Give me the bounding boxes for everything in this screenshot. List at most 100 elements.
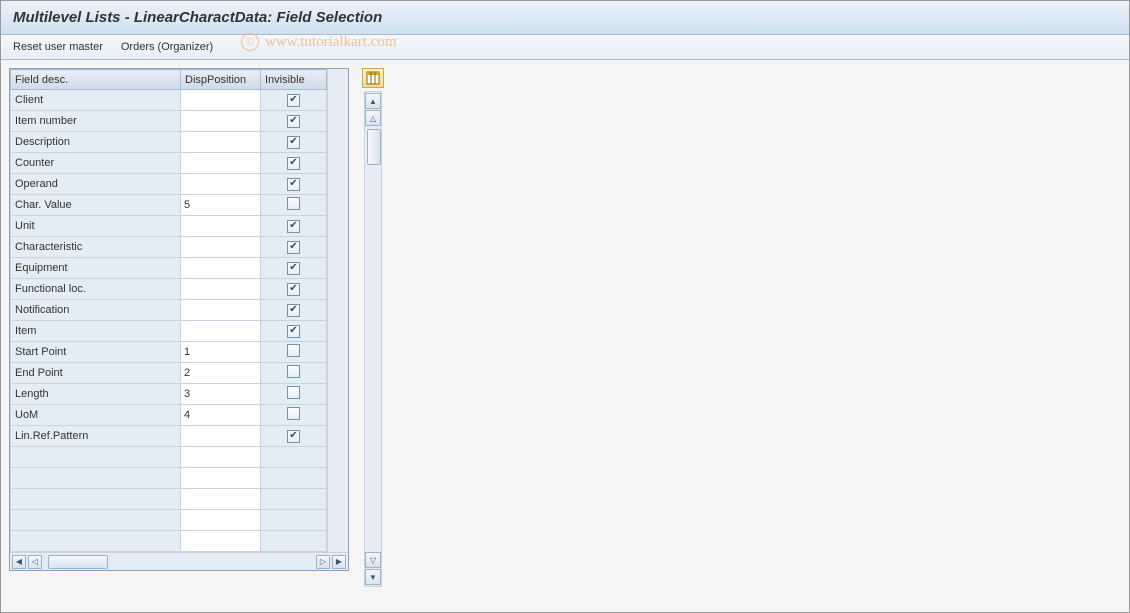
table-row: Item ✔ bbox=[11, 321, 327, 342]
disp-position-input[interactable] bbox=[181, 258, 261, 279]
field-desc-cell[interactable]: Item bbox=[11, 321, 181, 342]
field-desc-cell[interactable]: Characteristic bbox=[11, 237, 181, 258]
window-title: Multilevel Lists - LinearCharactData: Fi… bbox=[1, 1, 1129, 35]
vscroll-track[interactable] bbox=[366, 127, 380, 551]
disp-position-input[interactable] bbox=[181, 489, 261, 510]
field-desc-cell[interactable]: UoM bbox=[11, 405, 181, 426]
col-header-field-desc[interactable]: Field desc. bbox=[11, 70, 181, 90]
field-desc-cell[interactable]: Unit bbox=[11, 216, 181, 237]
disp-position-input[interactable] bbox=[181, 174, 261, 195]
reset-user-master-button[interactable]: Reset user master bbox=[13, 41, 103, 53]
invisible-checkbox[interactable]: ✔ bbox=[287, 262, 300, 275]
toolbar: Reset user master Orders (Organizer) © w… bbox=[1, 35, 1129, 60]
disp-position-input[interactable] bbox=[181, 90, 261, 111]
invisible-checkbox[interactable]: ✔ bbox=[287, 430, 300, 443]
invisible-checkbox-cell: ✔ bbox=[261, 258, 327, 279]
scroll-up-step-icon[interactable]: △ bbox=[365, 110, 381, 126]
watermark-text: www.tutorialkart.com bbox=[265, 34, 397, 51]
field-desc-cell[interactable]: Equipment bbox=[11, 258, 181, 279]
orders-organizer-button[interactable]: Orders (Organizer) bbox=[121, 41, 213, 53]
field-desc-cell[interactable]: Start Point bbox=[11, 342, 181, 363]
disp-position-input[interactable] bbox=[181, 300, 261, 321]
invisible-checkbox[interactable]: ✔ bbox=[287, 220, 300, 233]
disp-position-input[interactable]: 2 bbox=[181, 363, 261, 384]
table-header-row: Field desc. DispPosition Invisible bbox=[11, 70, 327, 90]
scroll-left-step-icon[interactable]: ◁ bbox=[28, 555, 42, 569]
table-row-empty bbox=[11, 468, 327, 489]
field-desc-cell[interactable] bbox=[11, 468, 181, 489]
invisible-checkbox[interactable] bbox=[287, 197, 300, 210]
disp-position-input[interactable] bbox=[181, 510, 261, 531]
field-desc-cell[interactable]: Client bbox=[11, 90, 181, 111]
col-header-disp-position[interactable]: DispPosition bbox=[181, 70, 261, 90]
table-settings-button[interactable] bbox=[362, 68, 384, 88]
scroll-down-step-icon[interactable]: ▽ bbox=[365, 552, 381, 568]
disp-position-input[interactable]: 5 bbox=[181, 195, 261, 216]
field-desc-cell[interactable]: Item number bbox=[11, 111, 181, 132]
field-selection-table: Field desc. DispPosition Invisible Clien… bbox=[10, 69, 327, 552]
vscroll-thumb[interactable] bbox=[367, 129, 381, 165]
table-layout-icon bbox=[366, 71, 380, 85]
field-desc-cell[interactable]: Char. Value bbox=[11, 195, 181, 216]
table-row: Start Point1 bbox=[11, 342, 327, 363]
field-desc-cell[interactable]: Counter bbox=[11, 153, 181, 174]
invisible-checkbox[interactable] bbox=[287, 407, 300, 420]
invisible-checkbox[interactable]: ✔ bbox=[287, 325, 300, 338]
disp-position-input[interactable] bbox=[181, 447, 261, 468]
disp-position-input[interactable] bbox=[181, 426, 261, 447]
disp-position-input[interactable] bbox=[181, 279, 261, 300]
outer-vertical-scrollbar[interactable]: ▲ △ ▽ ▼ bbox=[364, 91, 382, 587]
disp-position-input[interactable]: 4 bbox=[181, 405, 261, 426]
disp-position-input[interactable]: 1 bbox=[181, 342, 261, 363]
field-desc-cell[interactable] bbox=[11, 447, 181, 468]
disp-position-input[interactable] bbox=[181, 531, 261, 552]
table-inner-vscroll[interactable] bbox=[327, 69, 348, 552]
invisible-checkbox[interactable]: ✔ bbox=[287, 157, 300, 170]
col-header-invisible[interactable]: Invisible bbox=[261, 70, 327, 90]
table-row-empty bbox=[11, 447, 327, 468]
scroll-right-icon[interactable]: ▶ bbox=[332, 555, 346, 569]
invisible-checkbox[interactable]: ✔ bbox=[287, 178, 300, 191]
field-desc-cell[interactable]: Description bbox=[11, 132, 181, 153]
table-row: Lin.Ref.Pattern ✔ bbox=[11, 426, 327, 447]
hscroll-thumb[interactable] bbox=[48, 555, 108, 569]
disp-position-input[interactable] bbox=[181, 111, 261, 132]
invisible-checkbox[interactable] bbox=[287, 344, 300, 357]
field-desc-cell[interactable]: Functional loc. bbox=[11, 279, 181, 300]
disp-position-input[interactable] bbox=[181, 237, 261, 258]
invisible-checkbox-cell bbox=[261, 510, 327, 531]
invisible-checkbox[interactable]: ✔ bbox=[287, 94, 300, 107]
field-desc-cell[interactable]: End Point bbox=[11, 363, 181, 384]
disp-position-input[interactable] bbox=[181, 216, 261, 237]
invisible-checkbox[interactable]: ✔ bbox=[287, 304, 300, 317]
invisible-checkbox-cell: ✔ bbox=[261, 279, 327, 300]
field-selection-table-container: Field desc. DispPosition Invisible Clien… bbox=[9, 68, 349, 571]
content-area: Field desc. DispPosition Invisible Clien… bbox=[1, 60, 1129, 595]
scroll-down-icon[interactable]: ▼ bbox=[365, 569, 381, 585]
invisible-checkbox[interactable] bbox=[287, 386, 300, 399]
scroll-left-icon[interactable]: ◀ bbox=[12, 555, 26, 569]
table-horizontal-scrollbar[interactable]: ◀ ◁ ▷ ▶ bbox=[10, 552, 348, 570]
invisible-checkbox[interactable]: ✔ bbox=[287, 136, 300, 149]
invisible-checkbox[interactable]: ✔ bbox=[287, 115, 300, 128]
disp-position-input[interactable] bbox=[181, 468, 261, 489]
field-desc-cell[interactable] bbox=[11, 531, 181, 552]
scroll-right-step-icon[interactable]: ▷ bbox=[316, 555, 330, 569]
disp-position-input[interactable] bbox=[181, 321, 261, 342]
field-desc-cell[interactable]: Operand bbox=[11, 174, 181, 195]
table-row: Equipment ✔ bbox=[11, 258, 327, 279]
invisible-checkbox[interactable] bbox=[287, 365, 300, 378]
invisible-checkbox-cell: ✔ bbox=[261, 300, 327, 321]
field-desc-cell[interactable]: Lin.Ref.Pattern bbox=[11, 426, 181, 447]
scroll-up-icon[interactable]: ▲ bbox=[365, 93, 381, 109]
disp-position-input[interactable] bbox=[181, 132, 261, 153]
invisible-checkbox[interactable]: ✔ bbox=[287, 241, 300, 254]
disp-position-input[interactable] bbox=[181, 153, 261, 174]
field-desc-cell[interactable]: Length bbox=[11, 384, 181, 405]
field-desc-cell[interactable] bbox=[11, 510, 181, 531]
invisible-checkbox[interactable]: ✔ bbox=[287, 283, 300, 296]
field-desc-cell[interactable] bbox=[11, 489, 181, 510]
field-desc-cell[interactable]: Notification bbox=[11, 300, 181, 321]
table-row: Item number ✔ bbox=[11, 111, 327, 132]
disp-position-input[interactable]: 3 bbox=[181, 384, 261, 405]
